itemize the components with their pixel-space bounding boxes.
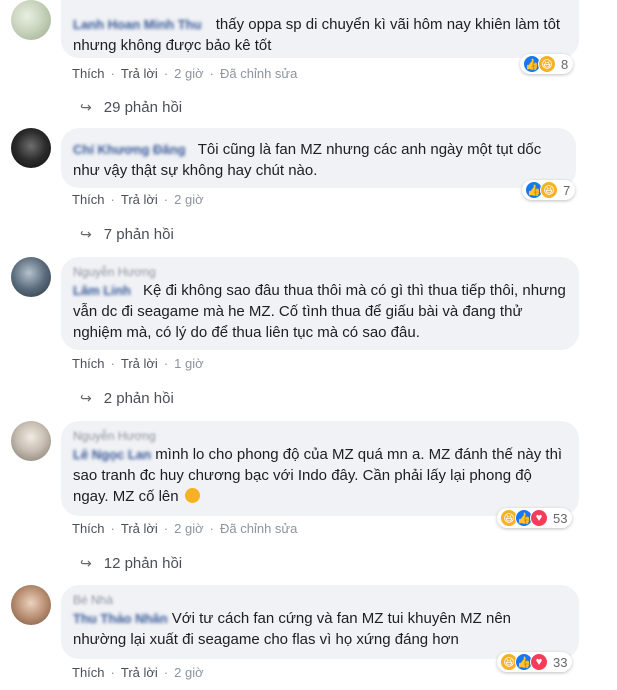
reply-link[interactable]: Trả lời — [121, 66, 158, 81]
comment-bubble: Chí Khương Đăng Tôi cũng là fan MZ nhưng… — [61, 128, 576, 188]
reply-link[interactable]: Trả lời — [121, 356, 158, 371]
tired-face-emoji-icon — [184, 488, 200, 503]
commenter-name[interactable]: Lanh Hoan Minh Thu — [73, 17, 202, 32]
reaction-count: 8 — [561, 56, 569, 72]
reaction-summary[interactable]: 😆 👍 ♥ 53 — [497, 508, 573, 528]
view-replies-link[interactable]: ↪ 29 phản hồi — [80, 99, 182, 116]
edited-label[interactable]: Đã chỉnh sửa — [220, 66, 297, 81]
comment-bubble: Nguyễn Hương Lâm Linh Kệ đi không sao đâ… — [61, 257, 579, 350]
comment-bubble: Nguyễn Hương Lê Ngọc Lan mình lo cho pho… — [61, 421, 579, 516]
like-link[interactable]: Thích — [72, 356, 105, 371]
avatar[interactable] — [11, 421, 51, 461]
love-reaction-icon: ♥ — [530, 509, 548, 527]
commenter-subline: Bé Nhà — [73, 593, 114, 607]
commenter-subline: Nguyễn Hương — [73, 429, 156, 443]
love-reaction-icon: ♥ — [530, 653, 548, 671]
haha-reaction-icon: 😆 — [540, 181, 558, 199]
replies-count: 7 phản hồi — [103, 226, 174, 243]
like-link[interactable]: Thích — [72, 665, 105, 680]
comment-bubble: Bé Nhà Thu Thảo Nhân Với tư cách fan cứn… — [61, 585, 579, 659]
replies-count: 29 phản hồi — [103, 99, 183, 116]
timestamp[interactable]: 2 giờ — [174, 66, 204, 81]
timestamp[interactable]: 2 giờ — [174, 521, 204, 536]
commenter-name[interactable]: Thu Thảo Nhân — [73, 611, 168, 626]
comment-actions: Thích · Trả lời · 2 giờ — [72, 192, 204, 207]
view-replies-link[interactable]: ↪ 2 phản hồi — [80, 390, 174, 407]
reaction-summary[interactable]: 👍 😆 7 — [522, 180, 576, 200]
reply-link[interactable]: Trả lời — [121, 192, 158, 207]
reaction-summary[interactable]: 👍 😆 8 — [520, 54, 574, 74]
timestamp[interactable]: 2 giờ — [174, 192, 204, 207]
timestamp[interactable]: 1 giờ — [174, 356, 204, 371]
reply-arrow-icon: ↪ — [80, 226, 92, 242]
reply-arrow-icon: ↪ — [80, 555, 92, 571]
reaction-summary[interactable]: 😆 👍 ♥ 33 — [497, 652, 573, 672]
reply-link[interactable]: Trả lời — [121, 521, 158, 536]
like-link[interactable]: Thích — [72, 521, 105, 536]
comment-actions: Thích · Trả lời · 2 giờ · Đã chỉnh sửa — [72, 521, 298, 536]
avatar[interactable] — [11, 585, 51, 625]
comment-actions: Thích · Trả lời · 2 giờ · Đã chỉnh sửa — [72, 66, 298, 81]
reaction-count: 53 — [553, 510, 568, 526]
comment-text: Kệ đi không sao đâu thua thôi mà có gì t… — [73, 282, 566, 341]
comment-bubble: Lanh Hoan Minh Thu thấy oppa sp di chuyể… — [61, 0, 579, 58]
comment-actions: Thích · Trả lời · 2 giờ — [72, 665, 204, 680]
replies-count: 2 phản hồi — [103, 390, 174, 407]
avatar[interactable] — [11, 257, 51, 297]
commenter-name[interactable]: Lê Ngọc Lan — [73, 447, 151, 462]
like-link[interactable]: Thích — [72, 66, 105, 81]
avatar[interactable] — [11, 0, 51, 40]
commenter-name[interactable]: Chí Khương Đăng — [73, 142, 186, 157]
view-replies-link[interactable]: ↪ 12 phản hồi — [80, 555, 182, 572]
like-link[interactable]: Thích — [72, 192, 105, 207]
view-replies-link[interactable]: ↪ 7 phản hồi — [80, 226, 174, 243]
reply-link[interactable]: Trả lời — [121, 665, 158, 680]
haha-reaction-icon: 😆 — [538, 55, 556, 73]
comment-actions: Thích · Trả lời · 1 giờ — [72, 356, 204, 371]
edited-label[interactable]: Đã chỉnh sửa — [220, 521, 297, 536]
reaction-count: 33 — [553, 654, 568, 670]
replies-count: 12 phản hồi — [103, 555, 183, 572]
commenter-subline: Nguyễn Hương — [73, 265, 156, 279]
reaction-count: 7 — [563, 182, 571, 198]
commenter-name[interactable]: Lâm Linh — [73, 283, 131, 298]
reply-arrow-icon: ↪ — [80, 390, 92, 406]
timestamp[interactable]: 2 giờ — [174, 665, 204, 680]
avatar[interactable] — [11, 128, 51, 168]
reply-arrow-icon: ↪ — [80, 99, 92, 115]
